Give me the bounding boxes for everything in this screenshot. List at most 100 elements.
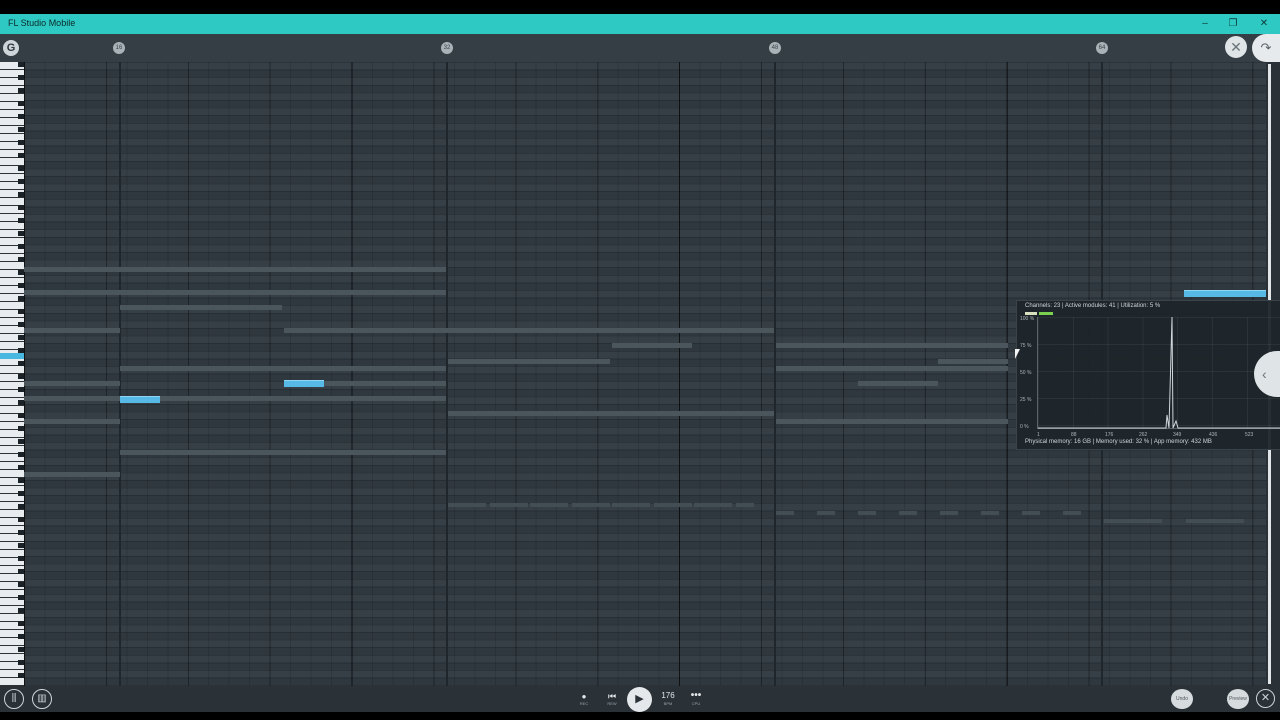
preview-button[interactable]: Preview — [1227, 689, 1249, 709]
ghost-note — [1186, 519, 1244, 523]
tool-menu-button[interactable]: ↷ — [1252, 34, 1280, 62]
note[interactable] — [120, 396, 160, 403]
x-tick-label: 88 — [1071, 432, 1077, 438]
bar-line — [446, 62, 448, 686]
x-tick-label: 176 — [1105, 432, 1114, 438]
ghost-note — [160, 396, 446, 401]
mouse-cursor — [1015, 349, 1020, 359]
y-tick-label: 50 % — [1020, 370, 1032, 376]
bar-line — [774, 62, 776, 686]
x-tick-label: 1 — [1037, 432, 1040, 438]
piano-keyboard[interactable] — [0, 62, 24, 686]
y-tick-label: 75 % — [1020, 343, 1032, 349]
ghost-note — [776, 366, 1008, 371]
ghost-note — [448, 503, 486, 507]
cpu-usage-line — [1038, 316, 1280, 429]
timeline-ruler[interactable]: G 16 32 48 64 ✕ ↷ — [0, 34, 1280, 63]
ghost-note — [572, 503, 610, 507]
rewind-button[interactable]: ⏮ REW — [605, 691, 619, 707]
piano-icon[interactable]: ▥ — [32, 689, 52, 709]
ghost-note — [448, 359, 610, 364]
ghost-note — [284, 328, 774, 333]
x-tick-label: 349 — [1173, 432, 1182, 438]
ghost-note — [776, 343, 1008, 348]
highlighted-key — [0, 353, 24, 359]
cpu-meter-bar — [1025, 312, 1037, 315]
x-tick-label: 436 — [1209, 432, 1218, 438]
app-logo-button[interactable]: G — [3, 40, 19, 56]
ghost-note — [654, 503, 692, 507]
tempo-control[interactable]: 176 BPM — [658, 691, 678, 706]
ghost-note — [24, 267, 446, 272]
ghost-note — [24, 419, 120, 424]
ghost-note — [938, 359, 1008, 364]
ghost-note — [530, 503, 568, 507]
play-icon: ▶ — [635, 693, 644, 705]
bar-marker[interactable]: 32 — [441, 42, 453, 54]
ghost-note — [120, 366, 446, 371]
x-tick-label: 523 — [1245, 432, 1254, 438]
ghost-note — [858, 511, 876, 515]
rewind-caption: REW — [607, 701, 617, 706]
cpu-usage-plot — [1037, 316, 1280, 429]
y-tick-label: 25 % — [1020, 397, 1032, 403]
ghost-note — [24, 328, 120, 333]
record-icon: ● — [581, 692, 587, 701]
ghost-note — [24, 381, 120, 386]
minimize-button[interactable]: – — [1198, 17, 1212, 31]
window-close-button[interactable]: ✕ — [1257, 17, 1271, 31]
undo-button[interactable]: Undo — [1171, 689, 1193, 709]
bar-marker[interactable]: 48 — [769, 42, 781, 54]
memory-status: Physical memory: 16 GB | Memory used: 32… — [1025, 439, 1212, 445]
ghost-note — [736, 503, 754, 507]
cpu-usage-graph — [1038, 316, 1280, 429]
piano-roll-editor: G 16 32 48 64 ✕ ↷ Channels: 23 | Active … — [0, 34, 1280, 686]
bar-line — [119, 62, 121, 686]
mixer-icon[interactable]: ⫼ — [4, 689, 24, 709]
record-caption: REC — [579, 701, 589, 706]
ghost-note — [1022, 511, 1040, 515]
restore-button[interactable]: ❐ — [1226, 17, 1240, 31]
ghost-note — [448, 411, 774, 416]
ghost-note — [776, 511, 794, 515]
ghost-note — [120, 450, 446, 455]
screen-top-border — [0, 0, 1280, 14]
note[interactable] — [284, 380, 324, 387]
x-tick-label: 262 — [1139, 432, 1148, 438]
window-title: FL Studio Mobile — [8, 18, 76, 28]
note[interactable] — [1184, 290, 1266, 297]
ghost-note — [1104, 519, 1162, 523]
y-tick-label: 0 % — [1020, 424, 1029, 430]
tempo-caption: BPM — [663, 701, 673, 706]
window-titlebar: FL Studio Mobile – ❐ ✕ — [0, 14, 1280, 34]
screen-bottom-border — [0, 712, 1280, 720]
bar-marker[interactable]: 64 — [1096, 42, 1108, 54]
rewind-icon: ⏮ — [607, 691, 617, 701]
cpu-monitor-panel: Channels: 23 | Active modules: 41 | Util… — [1016, 300, 1280, 450]
ghost-note — [776, 419, 1008, 424]
ghost-note — [694, 503, 732, 507]
y-tick-label: 100 % — [1020, 316, 1035, 322]
record-button[interactable]: ● REC — [578, 692, 590, 706]
bar-marker[interactable]: 16 — [113, 42, 125, 54]
ghost-note — [24, 472, 120, 477]
tempo-value: 176 — [661, 691, 675, 700]
ghost-note — [1063, 511, 1081, 515]
ghost-note — [981, 511, 999, 515]
ghost-note — [24, 290, 446, 295]
ghost-note — [490, 503, 528, 507]
ghost-note — [324, 381, 446, 386]
cpu-monitor-header: Channels: 23 | Active modules: 41 | Util… — [1025, 303, 1161, 309]
more-icon: ••• — [690, 690, 702, 701]
close-icon[interactable]: ✕ — [1256, 689, 1275, 708]
ghost-note — [612, 343, 692, 348]
ghost-note — [858, 381, 938, 386]
close-piano-roll-button[interactable]: ✕ — [1225, 36, 1247, 58]
ghost-note — [612, 503, 650, 507]
ghost-note — [817, 511, 835, 515]
ghost-note — [899, 511, 917, 515]
more-caption: CPU — [691, 701, 701, 706]
more-button[interactable]: ••• CPU — [686, 690, 706, 707]
play-button[interactable]: ▶ — [627, 687, 652, 712]
ghost-note — [120, 305, 282, 310]
